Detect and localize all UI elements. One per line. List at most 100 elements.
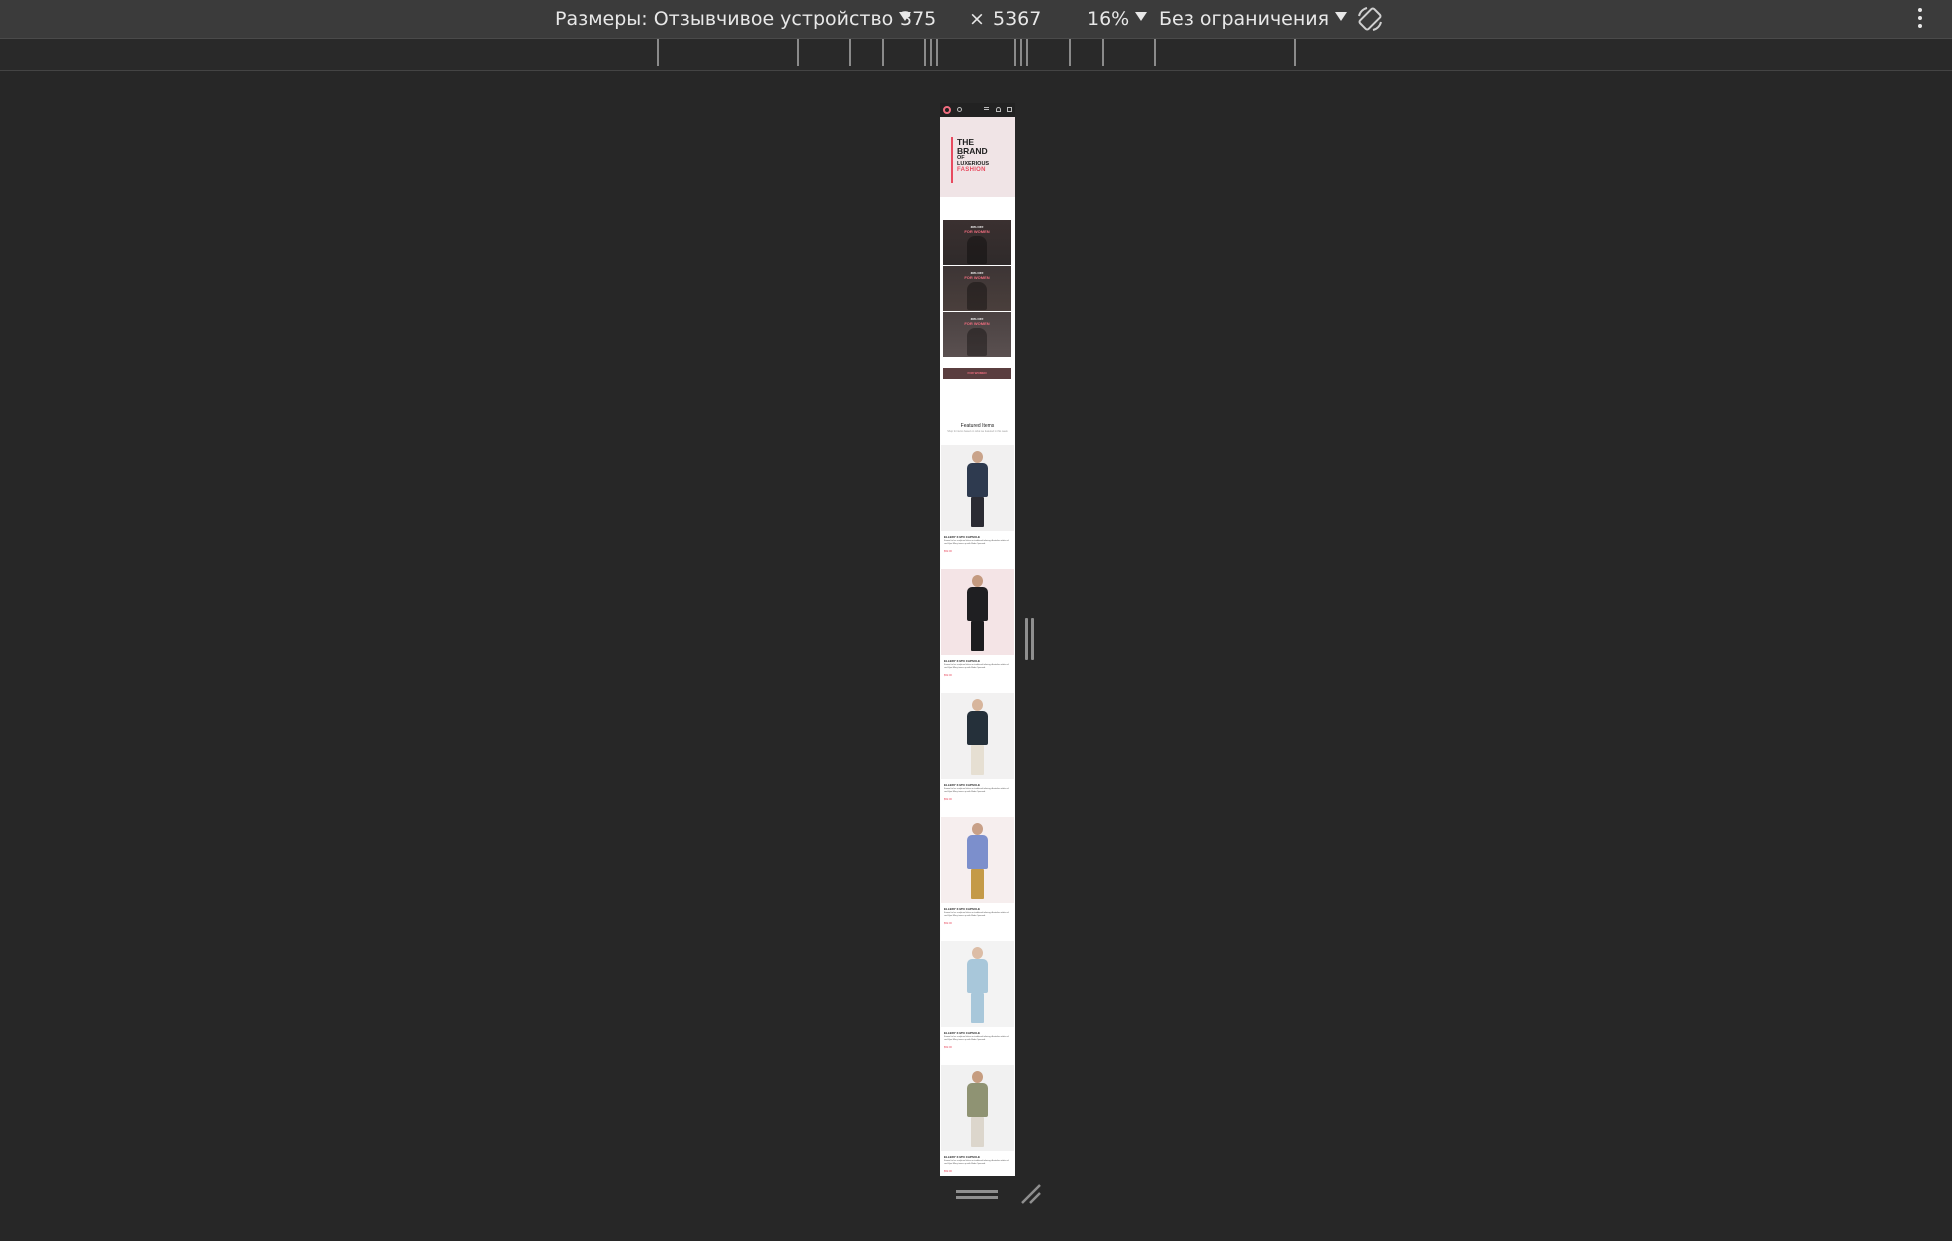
product-name[interactable]: ELLERY X M'O CAPSULE <box>944 1031 980 1035</box>
product-description: Known for her sculptural takes on tradit… <box>944 1160 1009 1165</box>
model-bottom <box>971 621 984 651</box>
ruler-tick[interactable] <box>936 39 938 66</box>
model-head <box>972 575 983 587</box>
brand-logo-icon[interactable] <box>943 106 951 114</box>
offer-photo <box>967 282 987 310</box>
product-price: $52.00 <box>944 674 952 677</box>
model-head <box>972 947 983 959</box>
model-bottom <box>971 745 984 775</box>
product-photo[interactable] <box>941 941 1014 1027</box>
product-price: $52.00 <box>944 798 952 801</box>
product-name[interactable]: ELLERY X M'O CAPSULE <box>944 535 980 539</box>
ruler-tick[interactable] <box>657 39 659 66</box>
throttling-selector[interactable]: Без ограничения <box>1159 6 1348 32</box>
offers-list: 30% OFF FOR WOMEN 30% OFF FOR WOMEN 30% … <box>943 220 1011 358</box>
rotate-icon[interactable] <box>1355 4 1385 34</box>
site-header <box>940 103 1015 117</box>
hero-accent-bar <box>951 137 953 183</box>
product-photo[interactable] <box>941 569 1014 655</box>
offer-card[interactable]: 30% OFF FOR WOMEN <box>943 312 1011 357</box>
ruler-tick[interactable] <box>1014 39 1016 66</box>
resize-handle-right[interactable] <box>1025 618 1035 660</box>
offer-target: FOR WOMEN <box>964 321 990 326</box>
product-description: Known for her sculptural takes on tradit… <box>944 788 1009 793</box>
product-card[interactable]: ELLERY X M'O CAPSULE Known for her sculpt… <box>940 1065 1015 1176</box>
ruler-tick[interactable] <box>1154 39 1156 66</box>
ruler-tick[interactable] <box>1102 39 1104 66</box>
ruler-tick[interactable] <box>1026 39 1028 66</box>
account-icon[interactable] <box>996 107 1001 112</box>
ruler-tick[interactable] <box>797 39 799 66</box>
product-price: $52.00 <box>944 922 952 925</box>
model-head <box>972 451 983 463</box>
resize-handle-bottom[interactable] <box>956 1190 998 1200</box>
offer-target: FOR WOMEN <box>964 275 990 280</box>
product-description: Known for her sculptural takes on tradit… <box>944 1036 1009 1041</box>
height-input[interactable]: 5367 <box>993 6 1041 32</box>
model-top <box>967 959 988 993</box>
offer-target: FOR WOMEN <box>967 371 987 375</box>
product-price: $52.00 <box>944 1170 952 1173</box>
offer-card[interactable]: 30% OFF FOR WOMEN <box>943 220 1011 265</box>
model-top <box>967 711 988 745</box>
offer-target: FOR WOMEN <box>964 229 990 234</box>
chevron-down-icon <box>1135 12 1148 21</box>
product-description: Known for her sculptural takes on tradit… <box>944 912 1009 917</box>
model-top <box>967 463 988 497</box>
model-bottom <box>971 869 984 899</box>
offer-card-wide[interactable]: FOR WOMEN <box>943 368 1011 379</box>
model-top <box>967 1083 988 1117</box>
product-photo[interactable] <box>941 693 1014 779</box>
resize-corner-icon[interactable] <box>1020 1183 1042 1205</box>
product-photo[interactable] <box>941 817 1014 903</box>
device-toolbar: Размеры: Отзывчивое устройство 375 × 536… <box>0 0 1952 39</box>
product-photo[interactable] <box>941 1065 1014 1151</box>
product-card[interactable]: ELLERY X M'O CAPSULE Known for her sculpt… <box>940 569 1015 693</box>
search-icon[interactable] <box>957 107 962 112</box>
featured-subtitle: Shop for items based on what we featured… <box>947 430 1008 433</box>
product-description: Known for her sculptural takes on tradit… <box>944 540 1009 545</box>
product-photo[interactable] <box>941 445 1014 531</box>
ruler-tick[interactable] <box>849 39 851 66</box>
model-top <box>967 587 988 621</box>
product-card[interactable]: ELLERY X M'O CAPSULE Known for her sculpt… <box>940 445 1015 569</box>
product-name[interactable]: ELLERY X M'O CAPSULE <box>944 659 980 663</box>
emulated-viewport[interactable]: THE BRAND OF LUXERIOUS FASHION 30% OFF F… <box>940 103 1015 1176</box>
product-card[interactable]: ELLERY X M'O CAPSULE Known for her sculpt… <box>940 817 1015 941</box>
ruler-tick[interactable] <box>1069 39 1071 66</box>
product-name[interactable]: ELLERY X M'O CAPSULE <box>944 1155 980 1159</box>
featured-title: Featured Items <box>960 423 995 429</box>
offer-photo <box>967 328 987 356</box>
model-head <box>972 699 983 711</box>
offer-card[interactable]: 30% OFF FOR WOMEN <box>943 266 1011 311</box>
ruler-tick[interactable] <box>1020 39 1022 66</box>
product-list: ELLERY X M'O CAPSULE Known for her sculpt… <box>940 445 1015 1176</box>
zoom-selector[interactable]: 16% <box>1087 6 1148 32</box>
ruler-tick[interactable] <box>924 39 926 66</box>
hero-line-accent: FASHION <box>957 167 986 174</box>
product-description: Known for her sculptural takes on tradit… <box>944 664 1009 669</box>
model-head <box>972 1071 983 1083</box>
ruler-tick[interactable] <box>1294 39 1296 66</box>
width-input[interactable]: 375 <box>900 6 936 32</box>
product-card[interactable]: ELLERY X M'O CAPSULE Known for her sculpt… <box>940 693 1015 817</box>
product-name[interactable]: ELLERY X M'O CAPSULE <box>944 783 980 787</box>
model-bottom <box>971 497 984 527</box>
model-bottom <box>971 993 984 1023</box>
device-selector-label: Размеры: Отзывчивое устройство <box>555 8 894 30</box>
menu-icon[interactable] <box>984 107 989 110</box>
product-card[interactable]: ELLERY X M'O CAPSULE Known for her sculpt… <box>940 941 1015 1065</box>
ruler-tick[interactable] <box>930 39 932 66</box>
hero-banner: THE BRAND OF LUXERIOUS FASHION <box>940 117 1015 197</box>
throttling-label: Без ограничения <box>1159 8 1330 30</box>
cart-icon[interactable] <box>1007 107 1012 112</box>
media-query-ruler <box>0 39 1952 71</box>
zoom-label: 16% <box>1087 8 1130 30</box>
ruler-tick[interactable] <box>882 39 884 66</box>
device-selector[interactable]: Размеры: Отзывчивое устройство <box>555 6 912 32</box>
offer-photo <box>967 236 987 264</box>
more-options-icon[interactable] <box>1916 8 1924 30</box>
model-top <box>967 835 988 869</box>
product-name[interactable]: ELLERY X M'O CAPSULE <box>944 907 980 911</box>
hero-heading: THE BRAND OF LUXERIOUS FASHION <box>957 138 989 174</box>
